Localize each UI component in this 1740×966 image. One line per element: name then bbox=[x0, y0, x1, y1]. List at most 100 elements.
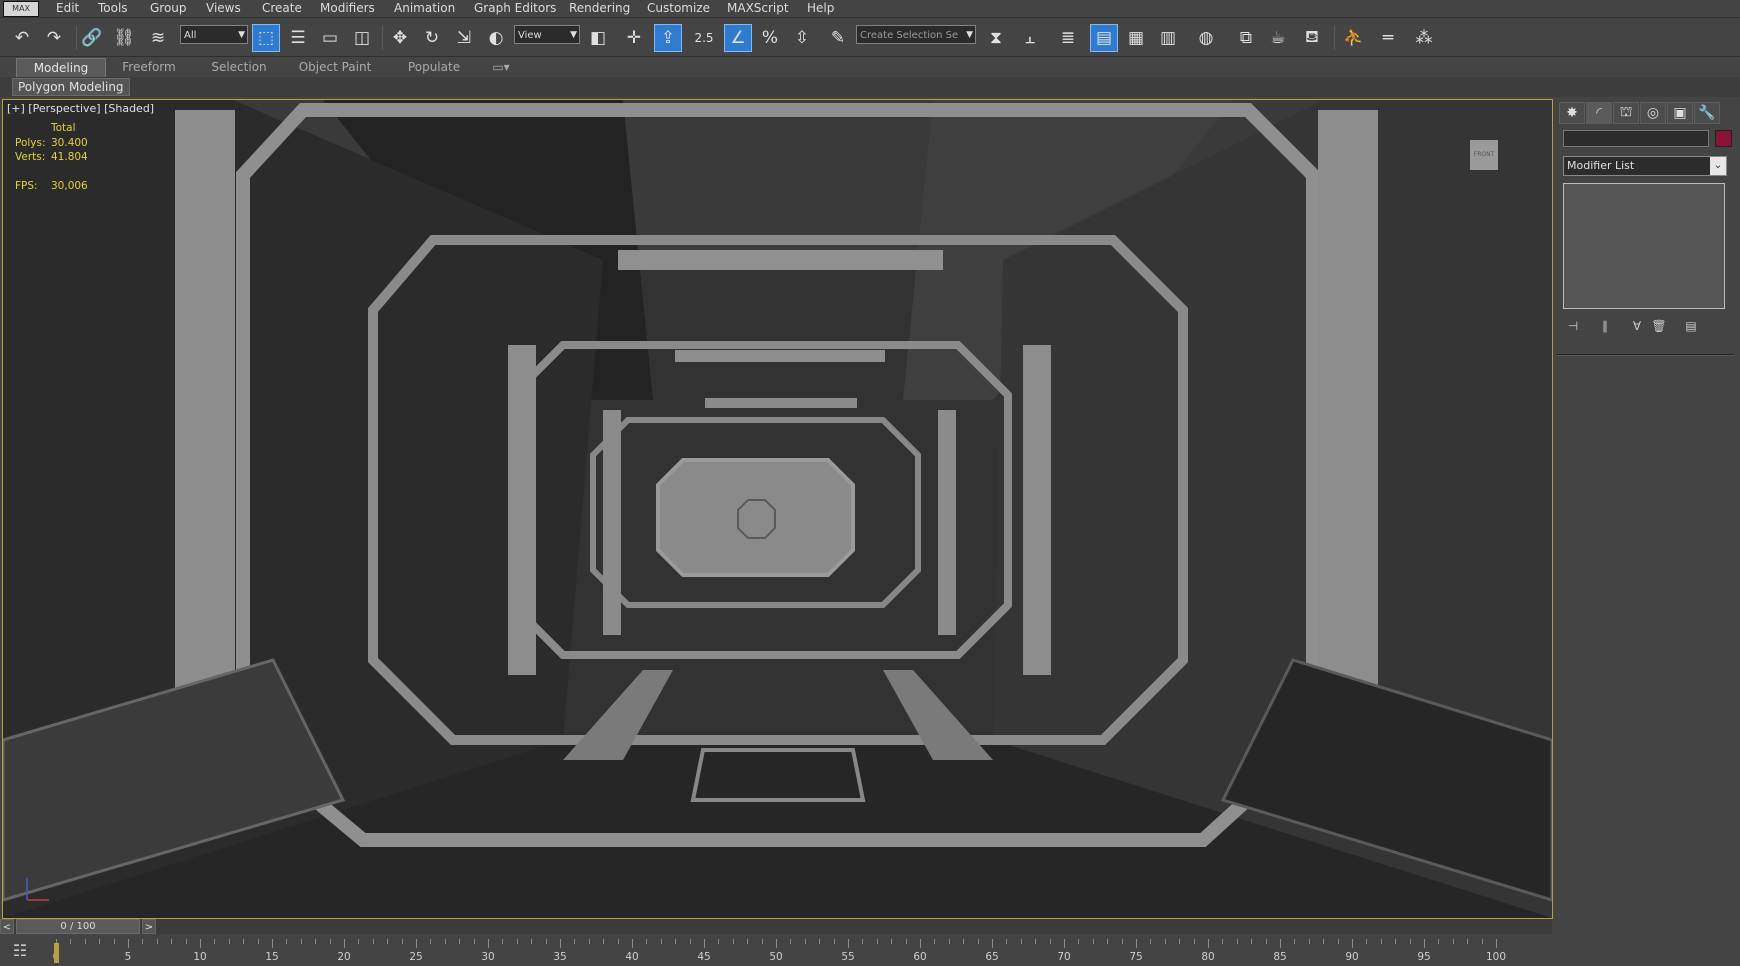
app-logo-button[interactable]: MAX bbox=[3, 1, 39, 17]
menu-rendering[interactable]: Rendering bbox=[569, 1, 630, 15]
undo-icon[interactable]: ↶ bbox=[8, 24, 36, 52]
motion-icon[interactable]: ◎ bbox=[1640, 102, 1666, 124]
named-selection-dropdown[interactable]: Create Selection Se ▼ bbox=[856, 25, 976, 44]
angle-snap-icon[interactable]: ∠ bbox=[724, 24, 752, 52]
frame-tick bbox=[516, 939, 518, 944]
menu-group[interactable]: Group bbox=[150, 1, 187, 15]
modify-icon[interactable]: ◜ bbox=[1586, 102, 1612, 124]
current-frame-marker[interactable] bbox=[54, 943, 59, 963]
rendered-frame-window-icon[interactable]: ☕ bbox=[1264, 24, 1292, 52]
prev-frame-button[interactable]: < bbox=[0, 919, 14, 934]
perspective-viewport[interactable]: [+] [Perspective] [Shaded] Total Polys: … bbox=[2, 99, 1553, 919]
menu-edit[interactable]: Edit bbox=[56, 1, 79, 15]
layer-manager-icon[interactable]: ≣ bbox=[1054, 24, 1082, 52]
scale-icon[interactable]: ⇲ bbox=[450, 24, 478, 52]
viewcube[interactable]: FRONT bbox=[1470, 140, 1498, 170]
frame-tick bbox=[1164, 939, 1166, 944]
tab-object-paint[interactable]: Object Paint bbox=[290, 58, 380, 76]
menu-graph-editors[interactable]: Graph Editors bbox=[474, 1, 556, 15]
rotate-icon[interactable]: ↻ bbox=[418, 24, 446, 52]
menu-animation[interactable]: Animation bbox=[394, 1, 455, 15]
unlink-icon[interactable]: ⛓ bbox=[110, 24, 138, 52]
align-icon[interactable]: ⫠ bbox=[1016, 24, 1044, 52]
spinner-snap-icon[interactable]: ⇳ bbox=[788, 24, 816, 52]
measure-icon[interactable]: ═ bbox=[1374, 24, 1402, 52]
make-unique-icon[interactable]: ∀ bbox=[1627, 317, 1647, 335]
frame-tick bbox=[833, 939, 835, 944]
snaps-toggle-icon[interactable]: 2.5 bbox=[690, 24, 718, 52]
viewport-label[interactable]: [+] [Perspective] [Shaded] bbox=[7, 102, 154, 115]
menu-tools[interactable]: Tools bbox=[98, 1, 128, 15]
material-editor-icon[interactable]: ◍ bbox=[1192, 24, 1220, 52]
show-end-result-icon[interactable]: ∥ bbox=[1595, 317, 1615, 335]
menu-maxscript[interactable]: MAXScript bbox=[727, 1, 789, 15]
particle-icon[interactable]: ⁂ bbox=[1410, 24, 1438, 52]
frame-tick bbox=[1078, 939, 1080, 944]
time-slider-thumb[interactable]: 0 / 100 bbox=[16, 919, 140, 934]
frame-label: 30 bbox=[481, 951, 495, 963]
display-icon[interactable]: ▣ bbox=[1667, 102, 1693, 124]
scene-explorer-icon[interactable]: ▤ bbox=[1090, 24, 1118, 52]
redo-icon[interactable]: ↷ bbox=[40, 24, 68, 52]
menu-help[interactable]: Help bbox=[807, 1, 834, 15]
window-crossing-icon[interactable]: ◫ bbox=[348, 24, 376, 52]
polygon-modeling-panel[interactable]: Polygon Modeling bbox=[12, 78, 130, 96]
frame-tick bbox=[372, 939, 374, 944]
render-production-icon[interactable]: ⛾ bbox=[1298, 24, 1326, 52]
menu-customize[interactable]: Customize bbox=[647, 1, 710, 15]
object-color-swatch[interactable] bbox=[1715, 130, 1732, 147]
select-and-link-icon[interactable]: 🔗 bbox=[78, 24, 106, 52]
frame-tick bbox=[588, 939, 590, 944]
frame-tick bbox=[142, 939, 144, 944]
tab-freeform[interactable]: Freeform bbox=[106, 58, 192, 76]
ribbon-toggle-icon[interactable]: ▦ bbox=[1122, 24, 1150, 52]
frame-ruler[interactable]: 0510152025303540455055606570758085909510… bbox=[52, 935, 1550, 966]
tab-modeling[interactable]: Modeling bbox=[16, 58, 106, 77]
frame-tick bbox=[876, 939, 878, 944]
percent-snap-icon[interactable]: % bbox=[756, 24, 784, 52]
utilities-icon[interactable]: 🔧 bbox=[1694, 102, 1720, 124]
selection-filter-dropdown[interactable]: All ▼ bbox=[180, 25, 248, 44]
menu-create[interactable]: Create bbox=[262, 1, 302, 15]
frame-tick bbox=[387, 939, 389, 944]
tab-selection[interactable]: Selection bbox=[196, 58, 282, 76]
curve-editor-icon[interactable]: ▥ bbox=[1154, 24, 1182, 52]
tab-populate[interactable]: Populate bbox=[392, 58, 476, 76]
frame-tick bbox=[1265, 939, 1267, 944]
select-by-name-icon[interactable]: ☰ bbox=[284, 24, 312, 52]
menu-modifiers[interactable]: Modifiers bbox=[320, 1, 375, 15]
pin-stack-icon[interactable]: ⊣ bbox=[1563, 317, 1583, 335]
keyboard-shortcut-override-icon[interactable]: ⇪ bbox=[654, 24, 682, 52]
configure-modifier-sets-icon[interactable]: ▤ bbox=[1681, 317, 1701, 335]
modifier-stack[interactable] bbox=[1563, 183, 1725, 309]
place-icon[interactable]: ◐ bbox=[482, 24, 510, 52]
edit-named-selection-icon[interactable]: ✎ bbox=[824, 24, 852, 52]
curve-editor-toggle-icon[interactable]: ☷ bbox=[6, 939, 34, 963]
object-name-field[interactable] bbox=[1563, 130, 1709, 147]
move-icon[interactable]: ✥ bbox=[386, 24, 414, 52]
select-object-icon[interactable]: ⬚ bbox=[252, 24, 280, 52]
rectangular-selection-icon[interactable]: ▭ bbox=[316, 24, 344, 52]
bind-space-warp-icon[interactable]: ≋ bbox=[144, 24, 172, 52]
frame-tick bbox=[934, 939, 936, 944]
ribbon-options-icon[interactable]: ▭▾ bbox=[486, 58, 516, 76]
frame-tick bbox=[358, 939, 360, 944]
next-frame-button[interactable]: > bbox=[142, 919, 156, 934]
render-setup-icon[interactable]: ⧉ bbox=[1232, 24, 1260, 52]
populate-icon[interactable]: ⛹ bbox=[1340, 24, 1368, 52]
remove-modifier-icon[interactable]: 🗑 bbox=[1649, 317, 1669, 335]
polys-label: Polys: bbox=[15, 137, 46, 149]
pivot-center-icon[interactable]: ◧ bbox=[584, 24, 612, 52]
frame-tick bbox=[977, 939, 979, 944]
create-icon[interactable]: ✸ bbox=[1559, 102, 1585, 124]
frame-label: 45 bbox=[697, 951, 711, 963]
time-slider[interactable]: < 0 / 100 > bbox=[0, 919, 1552, 934]
select-manipulate-icon[interactable]: ✛ bbox=[620, 24, 648, 52]
frame-tick bbox=[1020, 939, 1022, 944]
modifier-list-dropdown[interactable]: Modifier List ⌄ bbox=[1563, 156, 1727, 176]
hierarchy-icon[interactable]: ⛫ bbox=[1613, 102, 1639, 124]
menu-views[interactable]: Views bbox=[206, 1, 241, 15]
mirror-icon[interactable]: ⧗ bbox=[982, 24, 1010, 52]
frame-tick bbox=[243, 939, 245, 944]
reference-coordinate-dropdown[interactable]: View ▼ bbox=[514, 25, 580, 44]
